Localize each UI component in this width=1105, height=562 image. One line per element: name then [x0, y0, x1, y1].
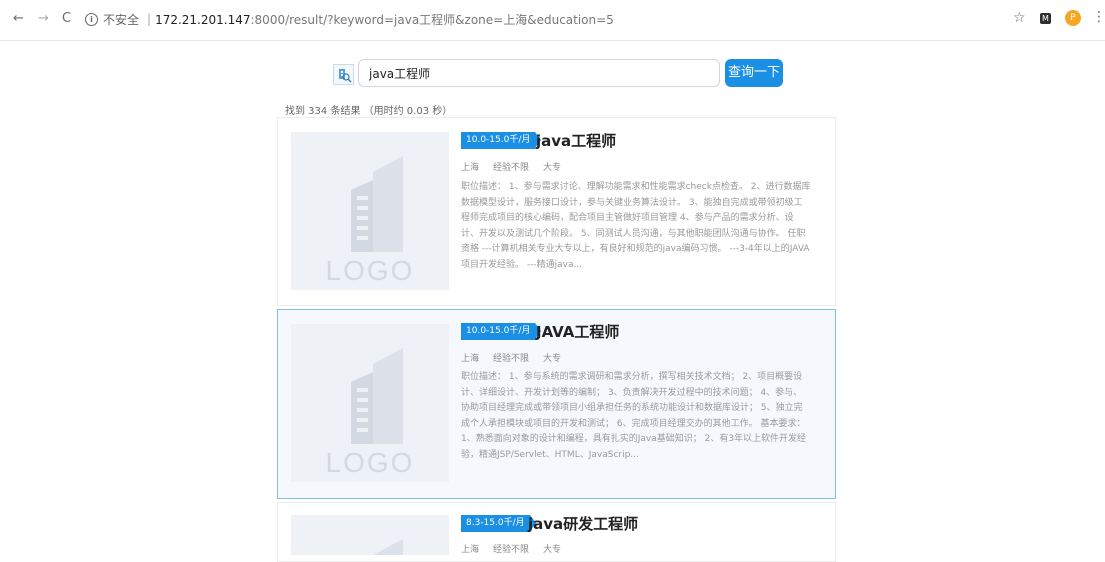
job-experience: 经验不限 [493, 545, 530, 555]
extension-icon[interactable]: M [1040, 13, 1051, 24]
job-description: 职位描述： 1、参与需求讨论、理解功能需求和性能需求check点检查。 2、进行… [461, 182, 811, 270]
salary-badge: 8.3-15.0千/月 [461, 515, 536, 532]
job-meta: 上海 经验不限 大专 [461, 542, 575, 555]
insecure-label: 不安全 [103, 12, 140, 27]
job-education: 大专 [543, 163, 562, 173]
company-logo-placeholder: LOGO [291, 324, 449, 482]
url-path: :8000/result/?keyword=java工程师&zone=上海&ed… [250, 12, 614, 27]
reload-icon[interactable]: C [62, 11, 71, 27]
search-button[interactable]: 查询一下 [725, 59, 783, 87]
result-card[interactable]: LOGO 10.0-15.0千/月 java工程师 上海 经验不限 大专 职位描述：… [277, 117, 836, 306]
job-title[interactable]: java研发工程师 [528, 513, 638, 534]
job-experience: 经验不限 [493, 354, 530, 364]
profile-avatar[interactable]: P [1065, 10, 1081, 26]
job-education: 大专 [543, 545, 562, 555]
job-education: 大专 [543, 354, 562, 364]
svg-text:LOGO: LOGO [326, 447, 415, 478]
bookmark-star-icon[interactable]: ☆ [1013, 10, 1026, 26]
job-meta: 上海 经验不限 大专 [461, 351, 575, 364]
job-description: 职位描述： 1、参与系统的需求调研和需求分析，撰写相关技术文档； 2、项目概要设… [461, 372, 807, 460]
address-separator: | [147, 12, 152, 26]
url-host: 172.21.201.147 [155, 12, 251, 27]
job-title[interactable]: JAVA工程师 [536, 321, 619, 342]
forward-arrow-icon[interactable]: → [38, 11, 49, 27]
result-summary: 找到 334 条结果 （用时约 0.03 秒） [285, 106, 453, 117]
company-logo-placeholder [291, 515, 449, 555]
back-arrow-icon[interactable]: ← [13, 11, 24, 27]
browser-toolbar: ← → C i 不安全 | 172.21.201.147:8000/result… [0, 0, 1105, 41]
search-input[interactable] [358, 59, 720, 87]
svg-text:LOGO: LOGO [326, 255, 415, 286]
job-experience: 经验不限 [493, 163, 530, 173]
url-text[interactable]: 172.21.201.147:8000/result/?keyword=java… [155, 11, 614, 28]
result-card[interactable]: 8.3-15.0千/月 java研发工程师 上海 经验不限 大专 [277, 502, 836, 562]
company-logo-placeholder: LOGO [291, 132, 449, 290]
job-location: 上海 [461, 545, 480, 555]
browser-menu-icon[interactable]: ⋮ [1092, 9, 1105, 25]
address-bar[interactable]: i 不安全 | 172.21.201.147:8000/result/?keyw… [85, 8, 965, 30]
info-icon[interactable]: i [85, 12, 98, 26]
salary-badge: 10.0-15.0千/月 [461, 323, 542, 340]
job-meta: 上海 经验不限 大专 [461, 160, 575, 173]
result-card[interactable]: LOGO 10.0-15.0千/月 JAVA工程师 上海 经验不限 大专 职位描述：… [277, 309, 836, 499]
salary-badge: 10.0-15.0千/月 [461, 132, 542, 149]
job-location: 上海 [461, 354, 480, 364]
job-location: 上海 [461, 163, 480, 173]
site-logo-icon[interactable] [333, 64, 354, 85]
job-title[interactable]: java工程师 [536, 130, 616, 151]
